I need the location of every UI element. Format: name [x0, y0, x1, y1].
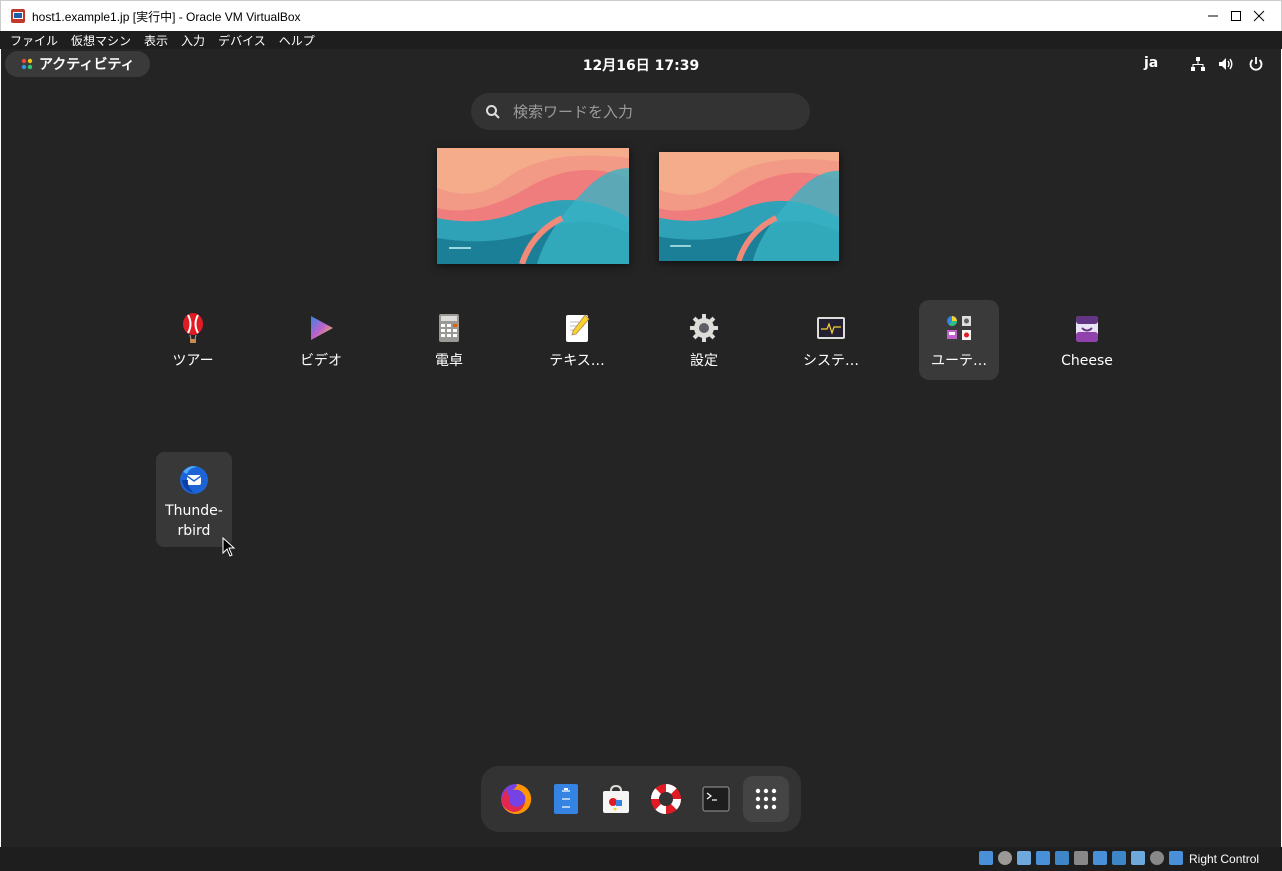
clock[interactable]: 12月16日 17:39: [1, 55, 1281, 75]
app-settings[interactable]: 設定: [664, 300, 744, 380]
dock-firefox[interactable]: [493, 776, 539, 822]
app-label: テキス…: [549, 353, 605, 369]
app-label: Cheese: [1061, 353, 1113, 369]
app-calculator[interactable]: 電卓: [409, 300, 489, 380]
virtualization-indicator-icon[interactable]: [1131, 851, 1145, 865]
vbox-statusbar: Right Control: [0, 847, 1282, 871]
keyboard-capture-indicator-icon[interactable]: [1169, 851, 1183, 865]
menu-devices[interactable]: デバイス: [218, 32, 266, 49]
dock-terminal[interactable]: [693, 776, 739, 822]
files-icon: [554, 784, 578, 814]
menu-file[interactable]: ファイル: [10, 32, 58, 49]
dock-files[interactable]: [543, 776, 589, 822]
video-player-icon: [311, 316, 333, 340]
app-utilities-folder[interactable]: ユーテ…: [919, 300, 999, 380]
menu-machine[interactable]: 仮想マシン: [71, 32, 131, 49]
search-icon: [486, 104, 500, 119]
dock: [481, 766, 801, 832]
app-label: ユーテ…: [931, 353, 987, 369]
calculator-icon: [439, 314, 459, 342]
vbox-menubar: ファイル 仮想マシン 表示 入力 デバイス ヘルプ: [0, 31, 1282, 49]
shared-folders-indicator-icon[interactable]: [1074, 851, 1088, 865]
harddisk-indicator-icon[interactable]: [979, 851, 993, 865]
system-monitor-icon: [817, 317, 845, 339]
cheese-icon: [1076, 316, 1098, 342]
app-label: 設定: [690, 353, 718, 369]
workspace-thumbnail-2[interactable]: [659, 152, 839, 261]
wallpaper-thumbnail: [437, 148, 629, 264]
virtualbox-app-icon: [11, 9, 25, 23]
app-label-line: Thunde- rbird: [165, 503, 223, 539]
close-icon: [1253, 10, 1265, 22]
host-key-label: Right Control: [1189, 852, 1260, 866]
mouse-integration-indicator-icon[interactable]: [1150, 851, 1164, 865]
app-tour[interactable]: ツアー: [153, 300, 233, 380]
volume-icon[interactable]: [1218, 56, 1234, 72]
close-button[interactable]: [1236, 1, 1282, 31]
window-titlebar: host1.example1.jp [実行中] - Oracle VM Virt…: [0, 0, 1282, 31]
gnome-topbar: アクティビティ 12月16日 17:39 ja: [1, 49, 1281, 79]
software-icon: [603, 784, 629, 813]
recording-indicator-icon[interactable]: [1112, 851, 1126, 865]
menu-view[interactable]: 表示: [144, 32, 168, 49]
settings-gear-icon: [690, 314, 718, 342]
dock-software[interactable]: [593, 776, 639, 822]
app-grid-icon: [755, 788, 777, 810]
terminal-icon: [702, 786, 730, 812]
mouse-cursor: [222, 537, 236, 557]
balloon-icon: [183, 313, 203, 343]
app-label: システ…: [803, 353, 859, 369]
usb-indicator-icon[interactable]: [1055, 851, 1069, 865]
text-editor-icon: [566, 314, 590, 342]
app-system-monitor[interactable]: システ…: [791, 300, 871, 380]
app-video[interactable]: ビデオ: [281, 300, 361, 380]
network-indicator-icon[interactable]: [1036, 851, 1050, 865]
dock-help[interactable]: [643, 776, 689, 822]
window-title: host1.example1.jp [実行中] - Oracle VM Virt…: [32, 9, 301, 24]
app-label: 電卓: [435, 353, 463, 369]
optical-drive-indicator-icon[interactable]: [998, 851, 1012, 865]
power-icon[interactable]: [1248, 56, 1264, 72]
network-icon[interactable]: [1190, 56, 1206, 72]
dock-show-apps[interactable]: [743, 776, 789, 822]
device-indicators: [979, 851, 1188, 865]
display-indicator-icon[interactable]: [1093, 851, 1107, 865]
menu-input[interactable]: 入力: [181, 32, 205, 49]
workspace-thumbnail-1[interactable]: [437, 148, 629, 264]
utilities-folder-icon: [947, 316, 971, 340]
thunderbird-icon: [180, 466, 208, 494]
app-cheese[interactable]: Cheese: [1047, 300, 1127, 380]
audio-indicator-icon[interactable]: [1017, 851, 1031, 865]
guest-screen: アクティビティ 12月16日 17:39 ja 検索ワードを入力 ツアー ビデオ…: [1, 49, 1281, 847]
app-thunderbird[interactable]: Thunde- rbird: [156, 452, 232, 547]
app-label: ツアー: [172, 353, 214, 369]
help-icon: [651, 784, 681, 814]
firefox-icon: [501, 783, 532, 814]
app-label: Thunde- rbird: [165, 502, 223, 541]
input-language-indicator[interactable]: ja: [1144, 55, 1158, 71]
app-label: ビデオ: [300, 353, 342, 369]
wallpaper-thumbnail: [659, 152, 839, 261]
menu-help[interactable]: ヘルプ: [279, 32, 315, 49]
search-input[interactable]: [513, 102, 793, 121]
search-bar[interactable]: [471, 93, 810, 130]
app-text-editor[interactable]: テキス…: [537, 300, 617, 380]
